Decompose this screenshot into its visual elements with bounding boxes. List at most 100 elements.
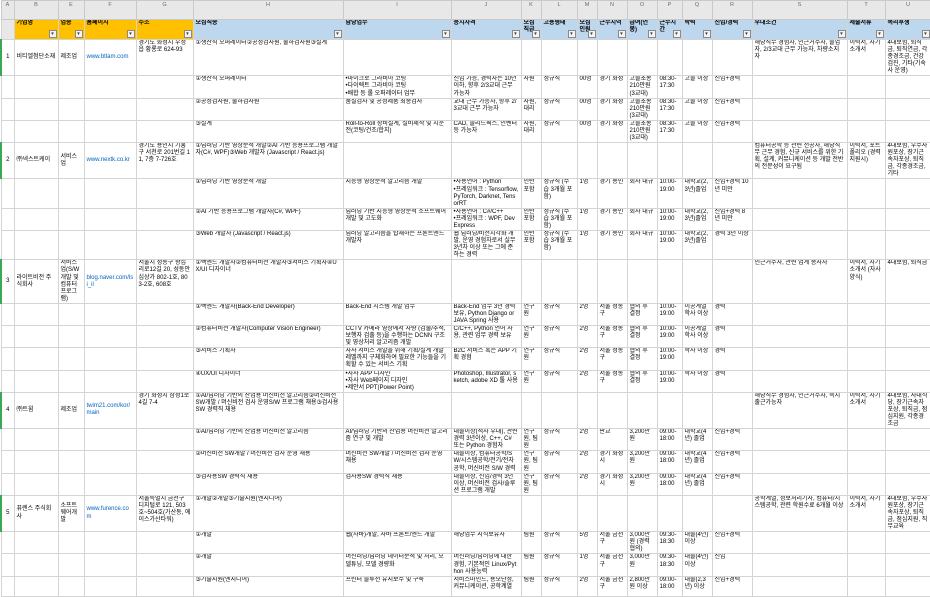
- qualification-cell[interactable]: 대졸이상, 신입/경력 3년 이상, 머신비전 검사/솔루션 프로그램 개발: [451, 473, 521, 495]
- salary-cell[interactable]: 3,200만원: [627, 451, 657, 473]
- jobs-summary-cell[interactable]: ①AI/딥러닝 기반의 산업용 머신비전 알고리즘②머신비전 SW개발 / 머신…: [193, 392, 343, 428]
- empty-cell[interactable]: [451, 392, 521, 428]
- employment-type-cell[interactable]: 정규직 (수습 3개월 포함): [541, 179, 577, 208]
- empty-cell[interactable]: [597, 260, 627, 303]
- empty-cell[interactable]: [84, 179, 136, 208]
- hours-cell[interactable]: 09:00-18:00: [657, 451, 682, 473]
- empty-cell[interactable]: [84, 98, 136, 120]
- filter-dropdown-icon[interactable]: ▼: [588, 30, 596, 38]
- jobs-summary-cell[interactable]: ①백엔드 개발자②컴퓨터비전 개발자③서비스 기획자④UX/UI 디자이너: [193, 260, 343, 303]
- empty-cell[interactable]: [541, 260, 577, 303]
- education-cell[interactable]: 대졸(4년)이상: [682, 554, 712, 576]
- column-header-12[interactable]: 급여(연봉)▼: [627, 20, 657, 40]
- empty-cell[interactable]: [847, 120, 885, 142]
- job-title-cell[interactable]: ①딥러닝 기반 영상분석 개발: [193, 179, 343, 208]
- duty-cell[interactable]: CCTV 카메라 영상에서 차량 (검출/추적, 보행자 검출 등)을 수행하는…: [343, 326, 451, 348]
- empty-cell[interactable]: [847, 554, 885, 576]
- location-cell[interactable]: 판교: [597, 429, 627, 451]
- rank-cell[interactable]: 사원, 대리: [521, 98, 541, 120]
- preferred-cell[interactable]: 공학계열, 정보처리기사, 컴퓨터/시스템공학, 관련 학원수료 6개월 이상: [752, 495, 847, 531]
- company-name-cell[interactable]: ㈜넥스트케이: [14, 143, 58, 179]
- column-header-7[interactable]: 응시자격▼: [451, 20, 521, 40]
- empty-cell[interactable]: [1, 576, 14, 596]
- career-cell[interactable]: 신입+경력: [712, 429, 752, 451]
- empty-cell[interactable]: [885, 451, 930, 473]
- filter-dropdown-icon[interactable]: ▼: [532, 30, 540, 38]
- duty-cell[interactable]: 자사 서비스 개발을 위해 기획/설계 개발 레벨까지 구체화하여 필요한 기능…: [343, 348, 451, 370]
- hours-cell[interactable]: 10:00-19:00: [657, 370, 682, 392]
- duty-cell[interactable]: 딥러닝 기반 지능형 영상분석 소프트웨어 개발 및 고도화: [343, 208, 451, 230]
- job-title-cell[interactable]: ①백엔드 개발자(Back-End Developer): [193, 303, 343, 325]
- filter-dropdown-icon[interactable]: ▼: [618, 30, 626, 38]
- location-cell[interactable]: 서울 금천구: [597, 554, 627, 576]
- column-letter[interactable]: A: [1, 1, 14, 20]
- empty-cell[interactable]: [712, 495, 752, 531]
- empty-cell[interactable]: [14, 532, 58, 554]
- empty-cell[interactable]: [627, 260, 657, 303]
- empty-cell[interactable]: [752, 98, 847, 120]
- hours-cell[interactable]: 10:00-19:00: [657, 303, 682, 325]
- homepage-link[interactable]: www.furence.com: [84, 495, 136, 531]
- headcount-cell[interactable]: 1명: [577, 554, 597, 576]
- hours-cell[interactable]: 10:00-19:00: [657, 179, 682, 208]
- empty-cell[interactable]: [1, 231, 14, 260]
- employment-type-cell[interactable]: 정규직: [541, 326, 577, 348]
- duty-cell[interactable]: 웹(자바)개발, 자바 프론트/엔드 개발: [343, 532, 451, 554]
- empty-cell[interactable]: [84, 303, 136, 325]
- empty-cell[interactable]: [136, 532, 193, 554]
- empty-cell[interactable]: [752, 370, 847, 392]
- salary-cell[interactable]: 협의 후 결정: [627, 326, 657, 348]
- empty-cell[interactable]: [752, 179, 847, 208]
- empty-cell[interactable]: [136, 451, 193, 473]
- empty-cell[interactable]: [712, 392, 752, 428]
- rank-cell[interactable]: 연구원: [521, 348, 541, 370]
- empty-cell[interactable]: [521, 143, 541, 179]
- empty-cell[interactable]: [1, 348, 14, 370]
- empty-cell[interactable]: [752, 326, 847, 348]
- job-title-cell[interactable]: ②머신비전 SW개발 / 머신비전 검사 운영 채용: [193, 451, 343, 473]
- empty-cell[interactable]: [58, 76, 84, 98]
- documents-cell[interactable]: 이력서, 포트폴리오 (경력 지원시): [847, 143, 885, 179]
- column-letter[interactable]: I: [343, 1, 451, 20]
- preferred-cell[interactable]: 인근거주자, 관련 업계 종사자: [752, 260, 847, 303]
- headcount-cell[interactable]: 2명: [577, 348, 597, 370]
- empty-cell[interactable]: [627, 143, 657, 179]
- empty-cell[interactable]: [14, 348, 58, 370]
- column-header-1[interactable]: 기업명▼: [14, 20, 58, 40]
- jobs-summary-cell[interactable]: ①개발②개발③기술지원(엔지니어): [193, 495, 343, 531]
- preferred-cell[interactable]: 해당직무 경험자, 인근거주자, 즉시 출근가능자: [752, 392, 847, 428]
- industry-cell[interactable]: 제조업: [58, 40, 84, 76]
- empty-cell[interactable]: [58, 473, 84, 495]
- empty-cell[interactable]: [14, 473, 58, 495]
- address-cell[interactable]: 서울특별시 금천구 디지털로 121, 503호~504호(가산동, 에이스가산…: [136, 495, 193, 531]
- empty-cell[interactable]: [577, 260, 597, 303]
- column-header-11[interactable]: 근무지역▼: [597, 20, 627, 40]
- career-cell[interactable]: 경력 3년 이상: [712, 231, 752, 260]
- empty-cell[interactable]: [1, 532, 14, 554]
- salary-cell[interactable]: 고졸초봉 210만원 (3교대): [627, 120, 657, 142]
- empty-cell[interactable]: [136, 303, 193, 325]
- empty-cell[interactable]: [752, 554, 847, 576]
- empty-cell[interactable]: [58, 348, 84, 370]
- education-cell[interactable]: 학사 이상: [682, 348, 712, 370]
- job-title-cell[interactable]: ②AI 기반 응용프로그램 개발자(C#, WPF): [193, 208, 343, 230]
- employment-type-cell[interactable]: 정규직: [541, 473, 577, 495]
- education-cell[interactable]: 대졸(4년)이상: [682, 532, 712, 554]
- benefits-cell[interactable]: 4대보험, 사내식당, 장기근속자포상, 퇴직금, 점심지원, 각종경조금: [885, 392, 930, 428]
- headcount-cell[interactable]: 00명: [577, 120, 597, 142]
- hours-cell[interactable]: 08:30-17:30: [657, 120, 682, 142]
- empty-cell[interactable]: [1, 76, 14, 98]
- company-name-cell[interactable]: ㈜트윔: [14, 392, 58, 428]
- salary-cell[interactable]: 회사 내규: [627, 208, 657, 230]
- career-cell[interactable]: 신입+경력: [712, 98, 752, 120]
- empty-cell[interactable]: [84, 231, 136, 260]
- benefits-cell[interactable]: 4대보험, 퇴직금, 퇴직연금, 각종경조금, 건강검진, 기타(기숙사 운영): [885, 40, 930, 76]
- salary-cell[interactable]: 고졸초봉 210만원 (3교대): [627, 98, 657, 120]
- column-letter[interactable]: N: [597, 1, 627, 20]
- duty-cell[interactable]: •마이크로 그라비아 코팅 •다이렉트 그라비아 코팅 •배합 등 롤 오퍼레이…: [343, 76, 451, 98]
- empty-cell[interactable]: [657, 495, 682, 531]
- column-letter[interactable]: P: [657, 1, 682, 20]
- salary-cell[interactable]: 2,800만원 이상: [627, 576, 657, 596]
- empty-cell[interactable]: [1, 326, 14, 348]
- column-letter[interactable]: J: [451, 1, 521, 20]
